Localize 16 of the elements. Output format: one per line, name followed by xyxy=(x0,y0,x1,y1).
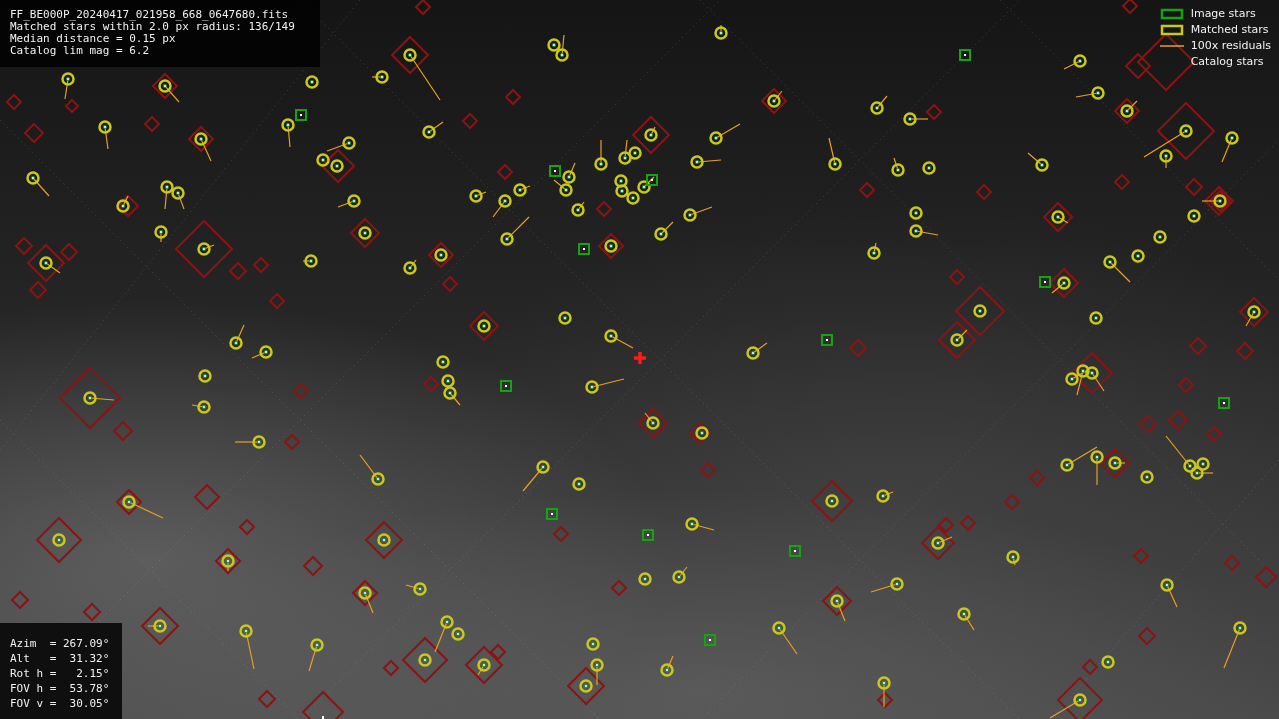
legend-label: 100x residuals xyxy=(1190,38,1271,53)
legend-label: Image stars xyxy=(1190,6,1256,21)
pointing-line: Azim = 267.09° xyxy=(10,636,111,651)
residual-line-icon xyxy=(1159,44,1184,47)
legend-label: Catalog stars xyxy=(1190,54,1264,69)
rectangle-icon xyxy=(1159,6,1184,21)
legend-label: Matched stars xyxy=(1190,22,1269,37)
rectangle-icon xyxy=(1159,22,1184,37)
pointing-line: Rot h = 2.15° xyxy=(10,666,111,681)
pointing-line: FOV v = 30.05° xyxy=(10,696,111,711)
info-line: Catalog lim mag = 6.2 xyxy=(10,45,151,57)
pointing-line: FOV h = 53.78° xyxy=(10,681,111,696)
pointing-line: Alt = 31.32° xyxy=(10,651,111,666)
info-line: Matched stars within 2.0 px radius: 136/149 xyxy=(10,21,296,33)
info-line: FF_BE000P_20240417_021958_668_0647680.fits xyxy=(10,9,290,21)
info-line: Median distance = 0.15 px xyxy=(10,33,177,45)
